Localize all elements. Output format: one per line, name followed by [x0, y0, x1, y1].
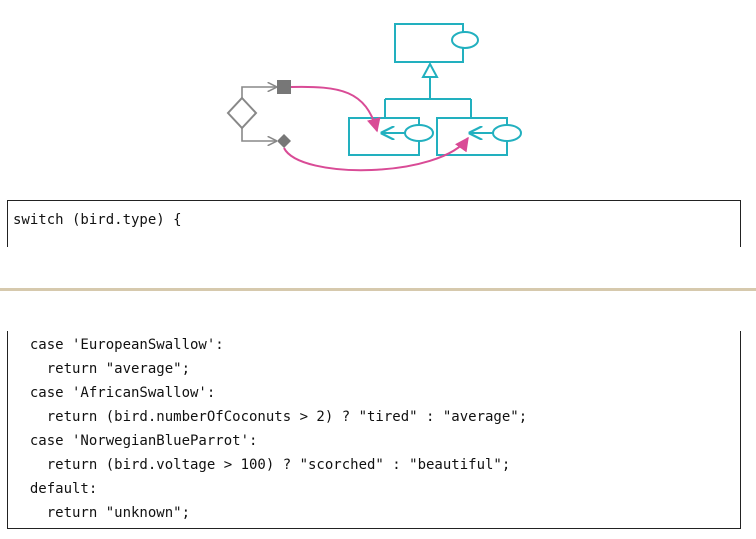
code-line: return (bird.voltage > 100) ? "scorched"…	[13, 457, 511, 473]
flow-line-upper	[241, 87, 276, 98]
superclass-method	[451, 31, 479, 49]
mapping-arrow-upper	[290, 85, 381, 133]
subclass-method-right	[492, 124, 522, 142]
code-line: case 'EuropeanSwallow':	[13, 337, 224, 353]
flow-line-lower	[241, 128, 276, 141]
inheritance-triangle	[421, 61, 439, 78]
page-divider	[0, 288, 756, 291]
code-block-top: switch (bird.type) {	[7, 200, 741, 247]
class-hierarchy	[348, 23, 522, 156]
flow-diamond-node	[277, 134, 291, 148]
code-line-switch: switch (bird.type) {	[13, 212, 182, 228]
code-line: case 'NorwegianBlueParrot':	[13, 433, 258, 449]
code-line: return "unknown";	[13, 505, 191, 521]
code-line: case 'AfricanSwallow':	[13, 385, 216, 401]
flow-square-node	[277, 80, 291, 94]
code-line: default:	[13, 481, 98, 497]
code-line: return (bird.numberOfCoconuts > 2) ? "ti…	[13, 409, 528, 425]
code-block-bottom: case 'EuropeanSwallow': return "average"…	[7, 331, 741, 529]
subclass-method-left	[404, 124, 434, 142]
refactoring-diagram	[226, 23, 522, 172]
code-line: return "average";	[13, 361, 191, 377]
decision-diamond	[226, 96, 258, 130]
flowchart	[226, 80, 291, 148]
